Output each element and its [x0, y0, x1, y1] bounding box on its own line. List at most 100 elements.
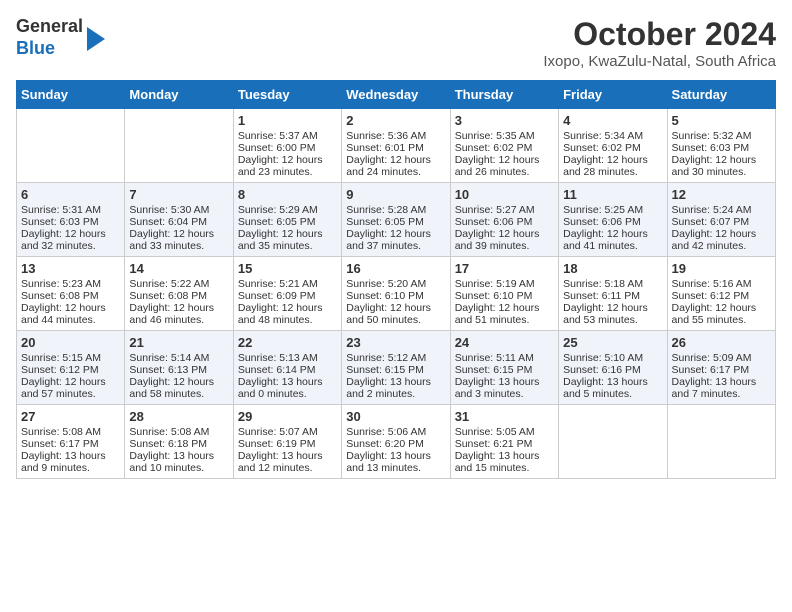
day-info: Sunrise: 5:11 AM: [455, 352, 554, 364]
calendar-cell: 30Sunrise: 5:06 AMSunset: 6:20 PMDayligh…: [342, 405, 450, 479]
day-info: Daylight: 12 hours and 24 minutes.: [346, 154, 445, 178]
day-info: Sunrise: 5:10 AM: [563, 352, 662, 364]
day-info: Sunset: 6:15 PM: [455, 364, 554, 376]
calendar-cell: 11Sunrise: 5:25 AMSunset: 6:06 PMDayligh…: [559, 183, 667, 257]
day-info: Sunrise: 5:29 AM: [238, 204, 337, 216]
day-headers-row: SundayMondayTuesdayWednesdayThursdayFrid…: [17, 81, 776, 109]
day-info: Sunset: 6:12 PM: [21, 364, 120, 376]
calendar-cell: 14Sunrise: 5:22 AMSunset: 6:08 PMDayligh…: [125, 257, 233, 331]
day-header-sunday: Sunday: [17, 81, 125, 109]
day-info: Sunset: 6:02 PM: [563, 142, 662, 154]
day-info: Sunrise: 5:36 AM: [346, 130, 445, 142]
day-info: Daylight: 13 hours and 0 minutes.: [238, 376, 337, 400]
calendar-cell: 24 Sunrise: 5:11 AMSunset: 6:15 PMDayligh…: [450, 331, 558, 405]
day-info: Sunrise: 5:07 AM: [238, 426, 337, 438]
day-info: Sunrise: 5:19 AM: [455, 278, 554, 290]
day-number: 28: [129, 409, 228, 424]
day-info: Daylight: 12 hours and 48 minutes.: [238, 302, 337, 326]
day-info: Sunrise: 5:25 AM: [563, 204, 662, 216]
day-info: Daylight: 12 hours and 58 minutes.: [129, 376, 228, 400]
day-number: 3: [455, 113, 554, 128]
day-number: 10: [455, 187, 554, 202]
page-subtitle: Ixopo, KwaZulu-Natal, South Africa: [543, 53, 776, 70]
calendar-cell: 31Sunrise: 5:05 AMSunset: 6:21 PMDayligh…: [450, 405, 558, 479]
calendar-cell: 28Sunrise: 5:08 AMSunset: 6:18 PMDayligh…: [125, 405, 233, 479]
calendar-cell: 19Sunrise: 5:16 AMSunset: 6:12 PMDayligh…: [667, 257, 775, 331]
day-info: Sunrise: 5:23 AM: [21, 278, 120, 290]
day-info: Sunrise: 5:16 AM: [672, 278, 771, 290]
day-info: Sunrise: 5:22 AM: [129, 278, 228, 290]
day-info: Daylight: 12 hours and 39 minutes.: [455, 228, 554, 252]
day-number: 29: [238, 409, 337, 424]
calendar-cell: 1Sunrise: 5:37 AMSunset: 6:00 PMDaylight…: [233, 109, 341, 183]
day-info: Daylight: 13 hours and 3 minutes.: [455, 376, 554, 400]
day-header-monday: Monday: [125, 81, 233, 109]
day-info: Daylight: 12 hours and 55 minutes.: [672, 302, 771, 326]
day-number: 26: [672, 335, 771, 350]
day-info: Daylight: 12 hours and 51 minutes.: [455, 302, 554, 326]
week-row: 1Sunrise: 5:37 AMSunset: 6:00 PMDaylight…: [17, 109, 776, 183]
day-info: Daylight: 12 hours and 41 minutes.: [563, 228, 662, 252]
calendar-cell: [667, 405, 775, 479]
day-number: 18: [563, 261, 662, 276]
day-info: Sunrise: 5:13 AM: [238, 352, 337, 364]
day-info: Sunrise: 5:18 AM: [563, 278, 662, 290]
day-info: Sunrise: 5:08 AM: [129, 426, 228, 438]
day-info: Sunset: 6:19 PM: [238, 438, 337, 450]
day-header-friday: Friday: [559, 81, 667, 109]
day-info: Sunset: 6:05 PM: [238, 216, 337, 228]
calendar-cell: 26Sunrise: 5:09 AMSunset: 6:17 PMDayligh…: [667, 331, 775, 405]
day-info: Sunset: 6:03 PM: [21, 216, 120, 228]
day-info: Daylight: 12 hours and 42 minutes.: [672, 228, 771, 252]
calendar-cell: [559, 405, 667, 479]
day-info: Daylight: 12 hours and 32 minutes.: [21, 228, 120, 252]
day-info: Sunset: 6:16 PM: [563, 364, 662, 376]
logo-text: General Blue: [16, 16, 83, 59]
day-number: 2: [346, 113, 445, 128]
day-info: Sunset: 6:05 PM: [346, 216, 445, 228]
day-number: 4: [563, 113, 662, 128]
calendar-cell: 13Sunrise: 5:23 AMSunset: 6:08 PMDayligh…: [17, 257, 125, 331]
day-number: 1: [238, 113, 337, 128]
calendar-cell: [17, 109, 125, 183]
calendar-cell: 23Sunrise: 5:12 AMSunset: 6:15 PMDayligh…: [342, 331, 450, 405]
day-info: Daylight: 13 hours and 13 minutes.: [346, 450, 445, 474]
week-row: 27Sunrise: 5:08 AMSunset: 6:17 PMDayligh…: [17, 405, 776, 479]
calendar-cell: [125, 109, 233, 183]
day-info: Sunset: 6:07 PM: [672, 216, 771, 228]
day-number: 24: [455, 335, 554, 350]
day-info: Daylight: 12 hours and 57 minutes.: [21, 376, 120, 400]
day-number: 27: [21, 409, 120, 424]
day-info: Daylight: 13 hours and 10 minutes.: [129, 450, 228, 474]
calendar-cell: 29Sunrise: 5:07 AMSunset: 6:19 PMDayligh…: [233, 405, 341, 479]
calendar-cell: 21Sunrise: 5:14 AMSunset: 6:13 PMDayligh…: [125, 331, 233, 405]
week-row: 6Sunrise: 5:31 AMSunset: 6:03 PMDaylight…: [17, 183, 776, 257]
day-info: Sunset: 6:02 PM: [455, 142, 554, 154]
calendar-cell: 15Sunrise: 5:21 AMSunset: 6:09 PMDayligh…: [233, 257, 341, 331]
day-header-saturday: Saturday: [667, 81, 775, 109]
day-info: Sunrise: 5:37 AM: [238, 130, 337, 142]
day-info: Sunrise: 5:12 AM: [346, 352, 445, 364]
day-info: Sunrise: 5:15 AM: [21, 352, 120, 364]
calendar-cell: 10Sunrise: 5:27 AMSunset: 6:06 PMDayligh…: [450, 183, 558, 257]
calendar-cell: 20 Sunrise: 5:15 AMSunset: 6:12 PMDayligh…: [17, 331, 125, 405]
day-header-thursday: Thursday: [450, 81, 558, 109]
day-number: 6: [21, 187, 120, 202]
day-info: Sunrise: 5:28 AM: [346, 204, 445, 216]
day-info: Daylight: 12 hours and 28 minutes.: [563, 154, 662, 178]
day-info: Sunrise: 5:31 AM: [21, 204, 120, 216]
day-info: Daylight: 12 hours and 46 minutes.: [129, 302, 228, 326]
day-header-wednesday: Wednesday: [342, 81, 450, 109]
page-title: October 2024: [543, 16, 776, 53]
day-info: Daylight: 13 hours and 7 minutes.: [672, 376, 771, 400]
day-number: 25: [563, 335, 662, 350]
day-info: Sunrise: 5:08 AM: [21, 426, 120, 438]
day-info: Sunset: 6:17 PM: [21, 438, 120, 450]
calendar-cell: 5Sunrise: 5:32 AMSunset: 6:03 PMDaylight…: [667, 109, 775, 183]
day-number: 20: [21, 335, 120, 350]
day-info: Sunset: 6:13 PM: [129, 364, 228, 376]
day-number: 21: [129, 335, 228, 350]
logo: General Blue: [16, 16, 105, 59]
day-info: Sunrise: 5:20 AM: [346, 278, 445, 290]
day-info: Daylight: 12 hours and 50 minutes.: [346, 302, 445, 326]
